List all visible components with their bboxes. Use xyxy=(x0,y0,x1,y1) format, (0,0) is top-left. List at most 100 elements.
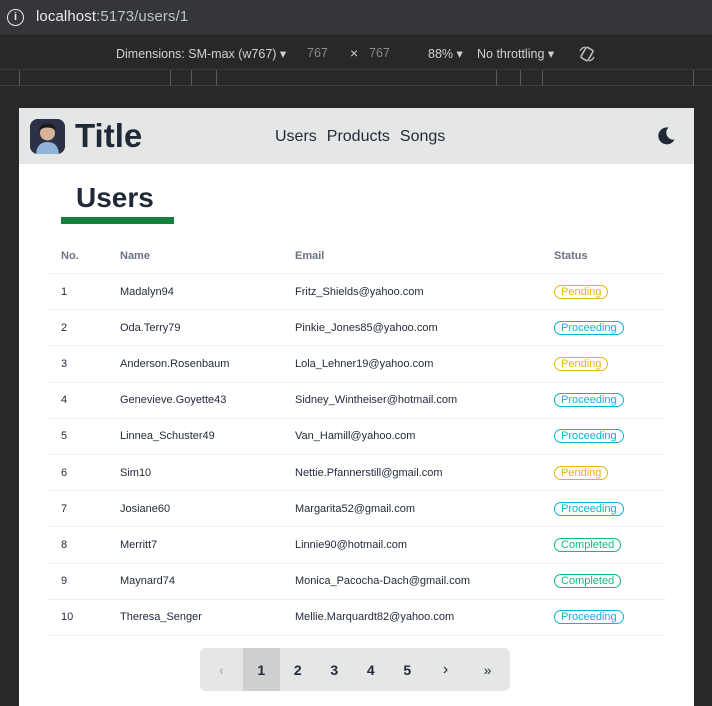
page-button-1[interactable]: 1 xyxy=(243,648,280,691)
table-header-row: No. Name Email Status xyxy=(48,238,666,274)
viewport-width-input[interactable]: 767 xyxy=(307,46,328,60)
table-row: 9 Maynard74 Monica_Pacocha-Dach@gmail.com C… xyxy=(48,564,666,600)
device-toolbar: Dimensions: SM-max (w767) ▾ 767 × 767 88… xyxy=(0,36,712,70)
row-email: Mellie.Marquardt82@yahoo.com xyxy=(295,611,455,624)
status-badge: Pending xyxy=(554,465,609,480)
row-status: Completed xyxy=(554,527,622,562)
row-number: 2 xyxy=(61,321,68,334)
table-body: 1 Madalyn94 Fritz_Shields@yahoo.com Pending… xyxy=(48,274,666,636)
header-no: No. xyxy=(61,249,79,262)
nav-link-songs[interactable]: Songs xyxy=(400,128,445,146)
page-button-3[interactable]: 3 xyxy=(316,648,353,691)
avatar[interactable] xyxy=(30,119,65,154)
table-row: 3 Anderson.Rosenbaum Lola_Lehner19@yahoo.c… xyxy=(48,346,666,383)
status-badge: Proceeding xyxy=(554,393,624,408)
row-status: Proceeding xyxy=(554,600,624,635)
throttling-dropdown[interactable]: No throttling ▾ xyxy=(477,46,554,61)
status-badge: Pending xyxy=(554,284,609,299)
row-number: 9 xyxy=(61,575,68,588)
table-row: 4 Genevieve.Goyette43 Sidney_Wintheiser@ho… xyxy=(48,383,666,419)
address-bar[interactable]: i localhost:5173/users/1 xyxy=(0,0,712,35)
brand-title[interactable]: Title xyxy=(75,117,142,155)
row-name: Anderson.Rosenbaum xyxy=(120,357,230,370)
row-status: Pending xyxy=(554,274,609,309)
navbar: Title Users Products Songs xyxy=(19,108,694,164)
row-name: Theresa_Senger xyxy=(120,611,202,624)
pagination: ‹ 1 2 3 4 5 › » xyxy=(200,648,510,691)
row-email: Margarita52@gmail.com xyxy=(295,502,415,515)
page-title: Users xyxy=(76,182,154,213)
row-email: Nettie.Pfannerstill@gmail.com xyxy=(295,466,443,479)
browser-toolbar: i localhost:5173/users/1 xyxy=(0,0,712,36)
row-number: 10 xyxy=(61,611,74,624)
status-badge: Proceeding xyxy=(554,610,624,625)
rotate-icon[interactable] xyxy=(578,45,596,63)
status-badge: Proceeding xyxy=(554,501,624,516)
media-query-ruler xyxy=(0,70,712,86)
table-row: 8 Merritt7 Linnie90@hotmail.com Completed xyxy=(48,527,666,564)
prev-page-button[interactable]: ‹ xyxy=(200,648,243,691)
nav-links: Users Products Songs xyxy=(275,128,445,146)
status-badge: Pending xyxy=(554,356,609,371)
row-email: Linnie90@hotmail.com xyxy=(295,538,408,551)
table-row: 5 Linnea_Schuster49 Van_Hamill@yahoo.com Pr… xyxy=(48,419,666,455)
header-status: Status xyxy=(554,249,588,262)
row-name: Merritt7 xyxy=(120,538,158,551)
site-info-icon[interactable]: i xyxy=(7,9,24,26)
table-row: 6 Sim10 Nettie.Pfannerstill@gmail.com Pendi… xyxy=(48,455,666,492)
row-email: Fritz_Shields@yahoo.com xyxy=(295,285,424,298)
row-number: 1 xyxy=(61,285,68,298)
row-email: Monica_Pacocha-Dach@gmail.com xyxy=(295,575,471,588)
status-badge: Completed xyxy=(554,574,622,589)
row-name: Sim10 xyxy=(120,466,152,479)
row-number: 8 xyxy=(61,538,68,551)
dimensions-dropdown[interactable]: Dimensions: SM-max (w767) ▾ xyxy=(116,46,286,61)
row-name: Genevieve.Goyette43 xyxy=(120,394,227,407)
table-row: 2 Oda.Terry79 Pinkie_Jones85@yahoo.com Proc… xyxy=(48,310,666,347)
row-number: 5 xyxy=(61,430,68,443)
row-status: Proceeding xyxy=(554,310,624,345)
page-button-5[interactable]: 5 xyxy=(389,648,426,691)
last-page-button[interactable]: » xyxy=(466,648,510,691)
url-host: localhost xyxy=(36,8,97,25)
url-text[interactable]: localhost:5173/users/1 xyxy=(36,8,188,25)
row-name: Oda.Terry79 xyxy=(120,321,181,334)
row-status: Pending xyxy=(554,455,609,490)
title-underline xyxy=(61,217,174,224)
header-email: Email xyxy=(295,249,325,262)
users-table: No. Name Email Status 1 Madalyn94 Fritz_Sh… xyxy=(48,238,666,636)
page-button-4[interactable]: 4 xyxy=(353,648,390,691)
row-name: Linnea_Schuster49 xyxy=(120,430,215,443)
table-row: 10 Theresa_Senger Mellie.Marquardt82@yahoo… xyxy=(48,600,666,636)
row-number: 3 xyxy=(61,357,68,370)
status-badge: Completed xyxy=(554,537,622,552)
row-status: Proceeding xyxy=(554,491,624,526)
row-name: Maynard74 xyxy=(120,575,176,588)
header-name: Name xyxy=(120,249,150,262)
table-row: 1 Madalyn94 Fritz_Shields@yahoo.com Pending xyxy=(48,274,666,311)
moon-icon[interactable] xyxy=(656,126,676,146)
row-status: Completed xyxy=(554,564,622,599)
url-path: :5173/users/1 xyxy=(96,8,189,25)
row-name: Madalyn94 xyxy=(120,285,174,298)
row-number: 7 xyxy=(61,502,68,515)
row-email: Van_Hamill@yahoo.com xyxy=(295,430,416,443)
page-button-2[interactable]: 2 xyxy=(280,648,317,691)
table-row: 7 Josiane60 Margarita52@gmail.com Proceedin… xyxy=(48,491,666,528)
row-email: Pinkie_Jones85@yahoo.com xyxy=(295,321,438,334)
row-name: Josiane60 xyxy=(120,502,171,515)
status-badge: Proceeding xyxy=(554,320,624,335)
row-status: Proceeding xyxy=(554,383,624,418)
zoom-dropdown[interactable]: 88% ▾ xyxy=(428,46,463,61)
row-status: Proceeding xyxy=(554,419,624,454)
nav-link-users[interactable]: Users xyxy=(275,128,317,146)
row-email: Sidney_Wintheiser@hotmail.com xyxy=(295,394,458,407)
row-email: Lola_Lehner19@yahoo.com xyxy=(295,357,434,370)
row-number: 6 xyxy=(61,466,68,479)
row-number: 4 xyxy=(61,394,68,407)
page-viewport: Title Users Products Songs Users No. Nam… xyxy=(19,108,694,706)
next-page-button[interactable]: › xyxy=(426,648,466,691)
viewport-height-input[interactable]: 767 xyxy=(369,46,390,60)
nav-link-products[interactable]: Products xyxy=(327,128,390,146)
times-sign: × xyxy=(350,45,359,61)
